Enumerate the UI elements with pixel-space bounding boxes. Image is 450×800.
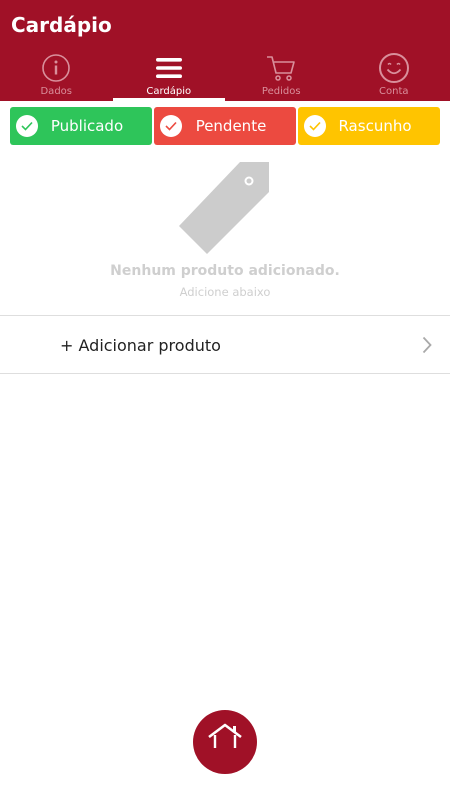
- status-filters: Publicado Pendente Rascunho: [10, 107, 440, 145]
- tab-label: Cardápio: [146, 86, 192, 97]
- check-icon: [160, 115, 182, 137]
- tab-cardapio[interactable]: Cardápio: [112, 48, 226, 101]
- page-title: Cardápio: [11, 13, 112, 37]
- empty-title: Nenhum produto adicionado.: [110, 263, 340, 279]
- tab-label: Dados: [40, 86, 72, 97]
- tab-label: Conta: [379, 86, 409, 97]
- filter-rascunho[interactable]: Rascunho: [298, 107, 440, 145]
- empty-subtitle: Adicione abaixo: [179, 285, 271, 299]
- home-button[interactable]: [193, 710, 257, 774]
- cart-icon: [265, 52, 297, 84]
- check-icon: [304, 115, 326, 137]
- check-icon: [16, 115, 38, 137]
- add-product-row[interactable]: + Adicionar produto: [0, 315, 450, 374]
- filter-label: Publicado: [50, 117, 124, 135]
- home-icon: [208, 723, 242, 748]
- filter-publicado[interactable]: Publicado: [10, 107, 152, 145]
- filter-label: Pendente: [195, 117, 267, 135]
- tab-conta[interactable]: Conta: [338, 48, 450, 101]
- chevron-right-icon: [422, 336, 432, 358]
- tag-icon: [175, 160, 275, 264]
- filter-label: Rascunho: [338, 117, 412, 135]
- info-icon: [40, 52, 72, 84]
- tab-bar: Dados Cardápio Pedidos Conta: [0, 48, 450, 101]
- add-product-label: + Adicionar produto: [60, 336, 221, 355]
- tab-dados[interactable]: Dados: [0, 48, 113, 101]
- tab-pedidos[interactable]: Pedidos: [225, 48, 338, 101]
- tab-label: Pedidos: [261, 86, 301, 97]
- menu-icon: [153, 52, 185, 84]
- filter-pendente[interactable]: Pendente: [154, 107, 296, 145]
- app-header: Cardápio Dados Cardápio Pedidos Conta: [0, 0, 450, 101]
- smiley-icon: [378, 52, 410, 84]
- empty-state: Nenhum produto adicionado. Adicione abai…: [0, 155, 450, 305]
